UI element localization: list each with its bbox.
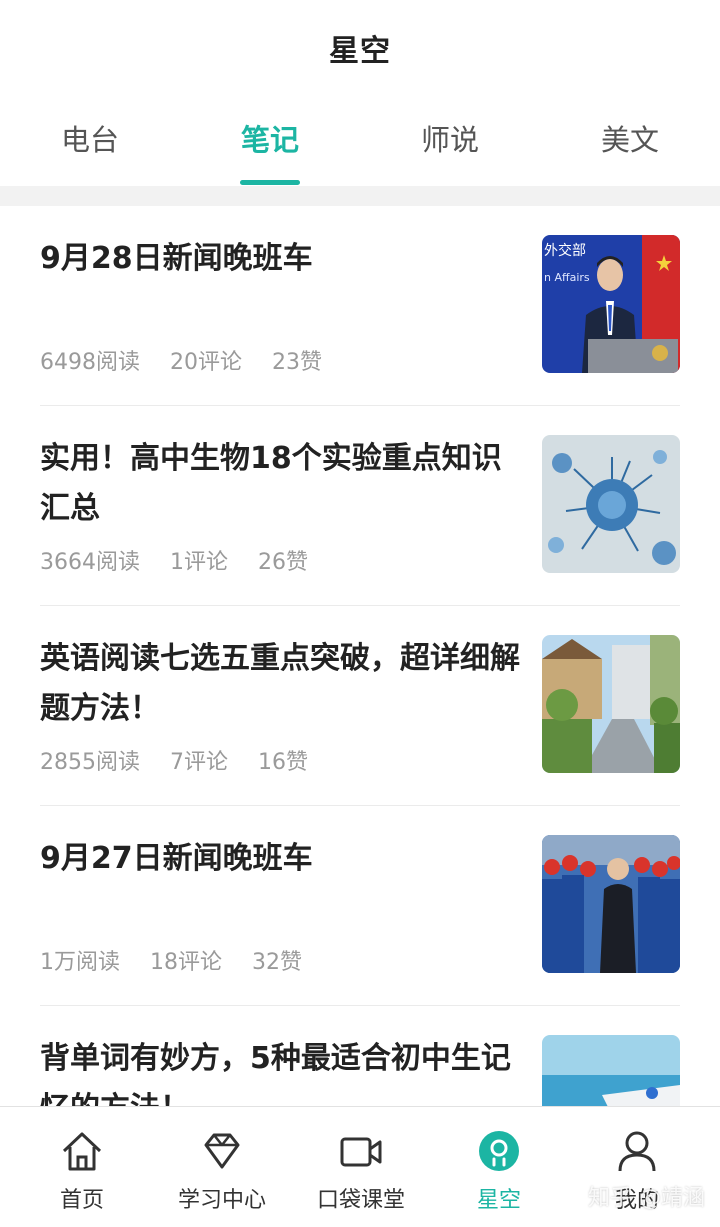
article-meta: 2855阅读 7评论 16赞 [40,744,308,776]
seaside-photo [542,1035,680,1106]
home-icon [62,1132,102,1171]
article-thumbnail[interactable] [542,635,680,773]
article-item[interactable]: 英语阅读七选五重点突破，超详细解题方法！ 2855阅读 7评论 16赞 [40,606,680,806]
video-camera-icon [340,1137,382,1167]
comment-count: 20评论 [170,350,242,375]
tabbar-label: 首页 [59,1188,104,1213]
page-title: 星空 [329,33,391,69]
workers-photo [542,835,680,973]
article-item[interactable]: 9月27日新闻晚班车 1万阅读 18评论 32赞 [40,806,680,1006]
planet-icon [479,1131,519,1171]
article-item[interactable]: 实用！高中生物18个实验重点知识汇总 3664阅读 1评论 26赞 [40,406,680,606]
article-thumbnail[interactable] [542,1035,680,1106]
press-conference-photo: 外交部 n Affairs [542,235,680,373]
article-feed[interactable]: 9月28日新闻晚班车 6498阅读 20评论 23赞 外交部 n Affairs [0,206,720,1106]
tabbar-home[interactable]: 首页 [10,1107,154,1227]
article-title[interactable]: 实用！高中生物18个实验重点知识汇总 [40,434,530,534]
article-meta: 1万阅读 18评论 32赞 [40,944,302,976]
read-count: 1万阅读 [40,950,120,975]
tab-radio[interactable]: 电台 [30,117,150,159]
article-thumbnail[interactable]: 外交部 n Affairs [542,235,680,373]
svg-text:n Affairs: n Affairs [544,271,590,284]
article-thumbnail[interactable] [542,435,680,573]
street-photo [542,635,680,773]
article-item[interactable]: 背单词有妙方，5种最适合初中生记忆的方法！ [40,1006,680,1106]
article-title[interactable]: 英语阅读七选五重点突破，超详细解题方法！ [40,634,530,734]
diamond-icon [204,1133,240,1169]
virus-photo [542,435,680,573]
article-item[interactable]: 9月28日新闻晚班车 6498阅读 20评论 23赞 外交部 n Affairs [40,206,680,406]
comment-count: 18评论 [150,950,222,975]
like-count: 32赞 [252,950,302,975]
read-count: 3664阅读 [40,550,140,575]
svg-text:外交部: 外交部 [544,242,586,259]
tabbar-pocket-class[interactable]: 口袋课堂 [289,1107,433,1227]
article-meta: 3664阅读 1评论 26赞 [40,544,308,576]
read-count: 2855阅读 [40,750,140,775]
category-tabs: 电台 笔记 师说 美文 [0,95,720,187]
tab-notes[interactable]: 笔记 [210,117,330,159]
tabbar-label: 口袋课堂 [316,1188,405,1213]
read-count: 6498阅读 [40,350,140,375]
tabbar-label: 学习中心 [177,1188,266,1213]
article-title[interactable]: 9月27日新闻晚班车 [40,834,530,884]
tab-essays[interactable]: 美文 [570,117,690,159]
active-tab-indicator [240,180,300,185]
tab-teacher-talk[interactable]: 师说 [390,117,510,159]
tabbar-starry-sky[interactable]: 星空 [427,1107,571,1227]
user-icon [618,1131,656,1172]
comment-count: 7评论 [170,750,228,775]
article-title[interactable]: 背单词有妙方，5种最适合初中生记忆的方法！ [40,1034,530,1106]
like-count: 16赞 [258,750,308,775]
article-thumbnail[interactable] [542,835,680,973]
section-divider [0,186,720,206]
comment-count: 1评论 [170,550,228,575]
tabbar-learning-center[interactable]: 学习中心 [150,1107,294,1227]
like-count: 23赞 [272,350,322,375]
like-count: 26赞 [258,550,308,575]
article-meta: 6498阅读 20评论 23赞 [40,344,322,376]
tabbar-label: 星空 [476,1188,521,1213]
top-header: 星空 [0,0,720,95]
watermark: 知乎 @靖涵 [588,1186,705,1211]
article-title[interactable]: 9月28日新闻晚班车 [40,234,530,284]
